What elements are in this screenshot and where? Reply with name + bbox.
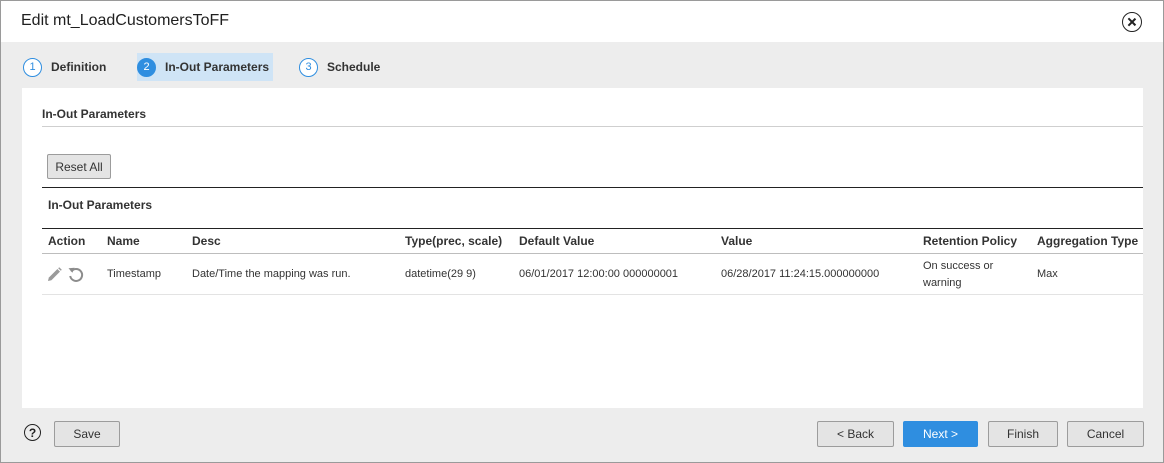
step-label-schedule: Schedule <box>327 60 381 74</box>
step-in-out-parameters[interactable]: 2 In-Out Parameters <box>137 53 274 81</box>
next-button[interactable]: Next > <box>903 421 978 447</box>
reset-all-button[interactable]: Reset All <box>47 154 111 179</box>
grid-title: In-Out Parameters <box>48 198 153 212</box>
cell-retention-policy-line1: On success or <box>923 260 994 272</box>
cell-retention-policy-line2: warning <box>923 277 962 289</box>
column-header-aggregation-type[interactable]: Aggregation Type <box>1037 234 1138 248</box>
column-header-name[interactable]: Name <box>107 234 140 248</box>
column-header-action[interactable]: Action <box>48 234 85 248</box>
step-definition[interactable]: 1 Definition <box>23 53 110 81</box>
step-number-1: 1 <box>23 57 42 77</box>
save-button[interactable]: Save <box>54 421 120 447</box>
wizard-steps: 1 Definition 2 In-Out Parameters 3 Sched… <box>1 42 1163 88</box>
row-divider <box>42 294 1143 295</box>
cell-value: 06/28/2017 11:24:15.000000000 <box>721 268 880 280</box>
column-header-retention-policy[interactable]: Retention Policy <box>923 234 1017 248</box>
help-icon[interactable]: ? <box>24 424 41 441</box>
cell-type: datetime(29 9) <box>405 268 476 280</box>
step-number-3: 3 <box>299 57 318 77</box>
column-header-value[interactable]: Value <box>721 234 752 248</box>
grid-top-divider <box>42 187 1143 188</box>
back-button[interactable]: < Back <box>817 421 894 447</box>
close-icon[interactable] <box>1122 12 1142 32</box>
section-divider <box>42 126 1143 127</box>
cell-default-value: 06/01/2017 12:00:00 000000001 <box>519 268 679 280</box>
column-header-desc[interactable]: Desc <box>192 234 221 248</box>
cell-name: Timestamp <box>107 268 161 280</box>
edit-dialog: Edit mt_LoadCustomersToFF 1 Definition 2… <box>0 0 1164 463</box>
cell-desc: Date/Time the mapping was run. <box>192 268 351 280</box>
pencil-icon[interactable] <box>46 266 63 283</box>
column-header-default-value[interactable]: Default Value <box>519 234 594 248</box>
step-number-2: 2 <box>137 57 156 77</box>
dialog-titlebar: Edit mt_LoadCustomersToFF <box>1 1 1163 42</box>
header-divider <box>42 253 1143 254</box>
reset-icon[interactable] <box>67 265 85 283</box>
content-panel: In-Out Parameters Reset All In-Out Param… <box>22 88 1143 408</box>
column-header-type[interactable]: Type(prec, scale) <box>405 234 502 248</box>
dialog-title: Edit mt_LoadCustomersToFF <box>21 12 230 29</box>
cell-aggregation-type: Max <box>1037 268 1058 280</box>
step-label-definition: Definition <box>51 60 107 74</box>
section-title: In-Out Parameters <box>42 107 147 121</box>
cancel-button[interactable]: Cancel <box>1067 421 1144 447</box>
dialog-footer: ? Save < Back Next > Finish Cancel <box>1 408 1163 462</box>
step-label-in-out-parameters: In-Out Parameters <box>165 60 270 74</box>
finish-button[interactable]: Finish <box>988 421 1058 447</box>
grid-header-divider <box>42 228 1143 229</box>
step-schedule[interactable]: 3 Schedule <box>299 53 384 81</box>
